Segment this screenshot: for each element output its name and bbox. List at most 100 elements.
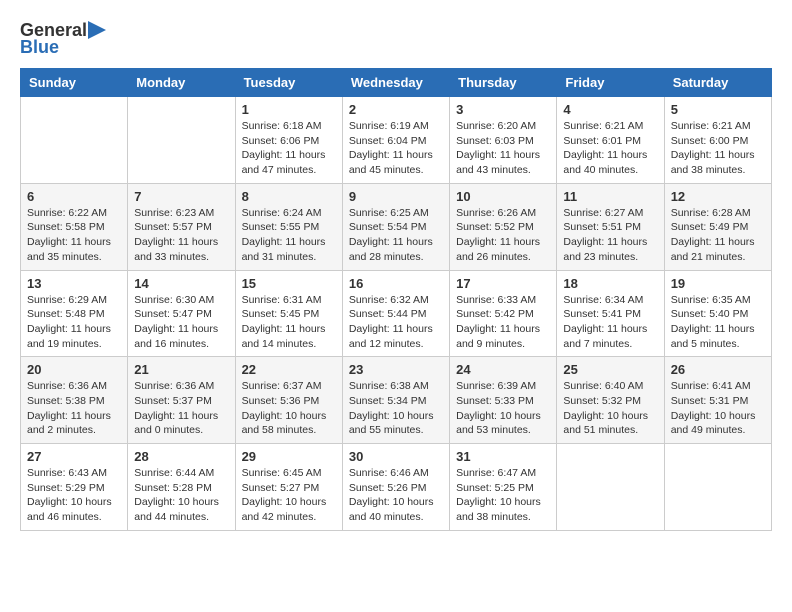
calendar-cell: 17Sunrise: 6:33 AM Sunset: 5:42 PM Dayli… — [450, 270, 557, 357]
day-info: Sunrise: 6:21 AM Sunset: 6:00 PM Dayligh… — [671, 119, 765, 178]
day-number: 1 — [242, 102, 336, 117]
day-info: Sunrise: 6:32 AM Sunset: 5:44 PM Dayligh… — [349, 293, 443, 352]
day-number: 12 — [671, 189, 765, 204]
day-info: Sunrise: 6:44 AM Sunset: 5:28 PM Dayligh… — [134, 466, 228, 525]
calendar-week-row: 27 Sunrise: 6:43 AM Sunset: 5:29 PM Dayli… — [21, 444, 772, 531]
calendar-cell: 13 Sunrise: 6:29 AM Sunset: 5:48 PM Dayli… — [21, 270, 128, 357]
calendar-cell: 9Sunrise: 6:25 AM Sunset: 5:54 PM Daylig… — [342, 183, 449, 270]
day-number: 20 — [27, 362, 121, 377]
calendar-cell: 28 Sunrise: 6:44 AM Sunset: 5:28 PM Dayli… — [128, 444, 235, 531]
calendar-header-row: SundayMondayTuesdayWednesdayThursdayFrid… — [21, 69, 772, 97]
day-number: 14 — [134, 276, 228, 291]
day-info: Sunrise: 6:28 AM Sunset: 5:49 PM Dayligh… — [671, 206, 765, 265]
day-info: Sunrise: 6:35 AM Sunset: 5:40 PM Dayligh… — [671, 293, 765, 352]
day-number: 18 — [563, 276, 657, 291]
day-number: 2 — [349, 102, 443, 117]
day-info: Sunrise: 6:39 AM Sunset: 5:33 PM Dayligh… — [456, 379, 550, 438]
day-number: 5 — [671, 102, 765, 117]
day-number: 28 — [134, 449, 228, 464]
calendar-cell: 5 Sunrise: 6:21 AM Sunset: 6:00 PM Daylig… — [664, 97, 771, 184]
day-info: Sunrise: 6:43 AM Sunset: 5:29 PM Dayligh… — [27, 466, 121, 525]
calendar-cell: 10Sunrise: 6:26 AM Sunset: 5:52 PM Dayli… — [450, 183, 557, 270]
calendar-cell: 11 Sunrise: 6:27 AM Sunset: 5:51 PM Dayli… — [557, 183, 664, 270]
day-info: Sunrise: 6:34 AM Sunset: 5:41 PM Dayligh… — [563, 293, 657, 352]
day-number: 8 — [242, 189, 336, 204]
calendar-cell: 25 Sunrise: 6:40 AM Sunset: 5:32 PM Dayli… — [557, 357, 664, 444]
day-info: Sunrise: 6:23 AM Sunset: 5:57 PM Dayligh… — [134, 206, 228, 265]
calendar-cell: 2 Sunrise: 6:19 AM Sunset: 6:04 PM Daylig… — [342, 97, 449, 184]
day-number: 3 — [456, 102, 550, 117]
calendar-cell — [21, 97, 128, 184]
calendar-cell: 12 Sunrise: 6:28 AM Sunset: 5:49 PM Dayli… — [664, 183, 771, 270]
calendar-cell — [128, 97, 235, 184]
calendar-cell: 8 Sunrise: 6:24 AM Sunset: 5:55 PM Daylig… — [235, 183, 342, 270]
calendar-week-row: 6 Sunrise: 6:22 AM Sunset: 5:58 PM Daylig… — [21, 183, 772, 270]
day-number: 22 — [242, 362, 336, 377]
calendar-cell: 18 Sunrise: 6:34 AM Sunset: 5:41 PM Dayli… — [557, 270, 664, 357]
day-info: Sunrise: 6:31 AM Sunset: 5:45 PM Dayligh… — [242, 293, 336, 352]
page-header: General Blue — [20, 20, 772, 58]
calendar-cell: 31 Sunrise: 6:47 AM Sunset: 5:25 PM Dayli… — [450, 444, 557, 531]
calendar-week-row: 20 Sunrise: 6:36 AM Sunset: 5:38 PM Dayli… — [21, 357, 772, 444]
day-info: Sunrise: 6:47 AM Sunset: 5:25 PM Dayligh… — [456, 466, 550, 525]
day-info: Sunrise: 6:22 AM Sunset: 5:58 PM Dayligh… — [27, 206, 121, 265]
day-number: 7 — [134, 189, 228, 204]
day-header-monday: Monday — [128, 69, 235, 97]
calendar-cell: 14 Sunrise: 6:30 AM Sunset: 5:47 PM Dayli… — [128, 270, 235, 357]
day-number: 19 — [671, 276, 765, 291]
day-info: Sunrise: 6:37 AM Sunset: 5:36 PM Dayligh… — [242, 379, 336, 438]
day-number: 25 — [563, 362, 657, 377]
day-info: Sunrise: 6:26 AM Sunset: 5:52 PM Dayligh… — [456, 206, 550, 265]
day-number: 17 — [456, 276, 550, 291]
day-number: 27 — [27, 449, 121, 464]
day-number: 15 — [242, 276, 336, 291]
day-info: Sunrise: 6:46 AM Sunset: 5:26 PM Dayligh… — [349, 466, 443, 525]
calendar-cell — [557, 444, 664, 531]
day-number: 31 — [456, 449, 550, 464]
day-info: Sunrise: 6:30 AM Sunset: 5:47 PM Dayligh… — [134, 293, 228, 352]
day-number: 9 — [349, 189, 443, 204]
calendar-week-row: 1 Sunrise: 6:18 AM Sunset: 6:06 PM Daylig… — [21, 97, 772, 184]
day-info: Sunrise: 6:20 AM Sunset: 6:03 PM Dayligh… — [456, 119, 550, 178]
calendar-cell: 15 Sunrise: 6:31 AM Sunset: 5:45 PM Dayli… — [235, 270, 342, 357]
day-info: Sunrise: 6:19 AM Sunset: 6:04 PM Dayligh… — [349, 119, 443, 178]
day-header-tuesday: Tuesday — [235, 69, 342, 97]
calendar-cell: 20 Sunrise: 6:36 AM Sunset: 5:38 PM Dayli… — [21, 357, 128, 444]
logo: General Blue — [20, 20, 106, 58]
logo-blue-text: Blue — [20, 37, 59, 58]
calendar-cell: 27 Sunrise: 6:43 AM Sunset: 5:29 PM Dayli… — [21, 444, 128, 531]
day-number: 26 — [671, 362, 765, 377]
day-info: Sunrise: 6:36 AM Sunset: 5:38 PM Dayligh… — [27, 379, 121, 438]
day-number: 11 — [563, 189, 657, 204]
day-number: 13 — [27, 276, 121, 291]
calendar-cell: 3 Sunrise: 6:20 AM Sunset: 6:03 PM Daylig… — [450, 97, 557, 184]
calendar-cell: 21 Sunrise: 6:36 AM Sunset: 5:37 PM Dayli… — [128, 357, 235, 444]
day-header-thursday: Thursday — [450, 69, 557, 97]
day-info: Sunrise: 6:40 AM Sunset: 5:32 PM Dayligh… — [563, 379, 657, 438]
day-info: Sunrise: 6:24 AM Sunset: 5:55 PM Dayligh… — [242, 206, 336, 265]
calendar-cell: 1 Sunrise: 6:18 AM Sunset: 6:06 PM Daylig… — [235, 97, 342, 184]
day-header-saturday: Saturday — [664, 69, 771, 97]
calendar-cell: 16Sunrise: 6:32 AM Sunset: 5:44 PM Dayli… — [342, 270, 449, 357]
day-info: Sunrise: 6:36 AM Sunset: 5:37 PM Dayligh… — [134, 379, 228, 438]
calendar-cell: 22 Sunrise: 6:37 AM Sunset: 5:36 PM Dayli… — [235, 357, 342, 444]
day-info: Sunrise: 6:18 AM Sunset: 6:06 PM Dayligh… — [242, 119, 336, 178]
day-number: 23 — [349, 362, 443, 377]
calendar-cell: 30Sunrise: 6:46 AM Sunset: 5:26 PM Dayli… — [342, 444, 449, 531]
calendar-cell — [664, 444, 771, 531]
calendar-week-row: 13 Sunrise: 6:29 AM Sunset: 5:48 PM Dayli… — [21, 270, 772, 357]
calendar-cell: 6 Sunrise: 6:22 AM Sunset: 5:58 PM Daylig… — [21, 183, 128, 270]
day-info: Sunrise: 6:45 AM Sunset: 5:27 PM Dayligh… — [242, 466, 336, 525]
day-number: 4 — [563, 102, 657, 117]
calendar-cell: 24Sunrise: 6:39 AM Sunset: 5:33 PM Dayli… — [450, 357, 557, 444]
day-info: Sunrise: 6:41 AM Sunset: 5:31 PM Dayligh… — [671, 379, 765, 438]
day-number: 21 — [134, 362, 228, 377]
day-info: Sunrise: 6:27 AM Sunset: 5:51 PM Dayligh… — [563, 206, 657, 265]
day-header-friday: Friday — [557, 69, 664, 97]
day-number: 6 — [27, 189, 121, 204]
day-info: Sunrise: 6:29 AM Sunset: 5:48 PM Dayligh… — [27, 293, 121, 352]
day-info: Sunrise: 6:38 AM Sunset: 5:34 PM Dayligh… — [349, 379, 443, 438]
calendar-cell: 26 Sunrise: 6:41 AM Sunset: 5:31 PM Dayli… — [664, 357, 771, 444]
calendar-cell: 4 Sunrise: 6:21 AM Sunset: 6:01 PM Daylig… — [557, 97, 664, 184]
day-info: Sunrise: 6:21 AM Sunset: 6:01 PM Dayligh… — [563, 119, 657, 178]
